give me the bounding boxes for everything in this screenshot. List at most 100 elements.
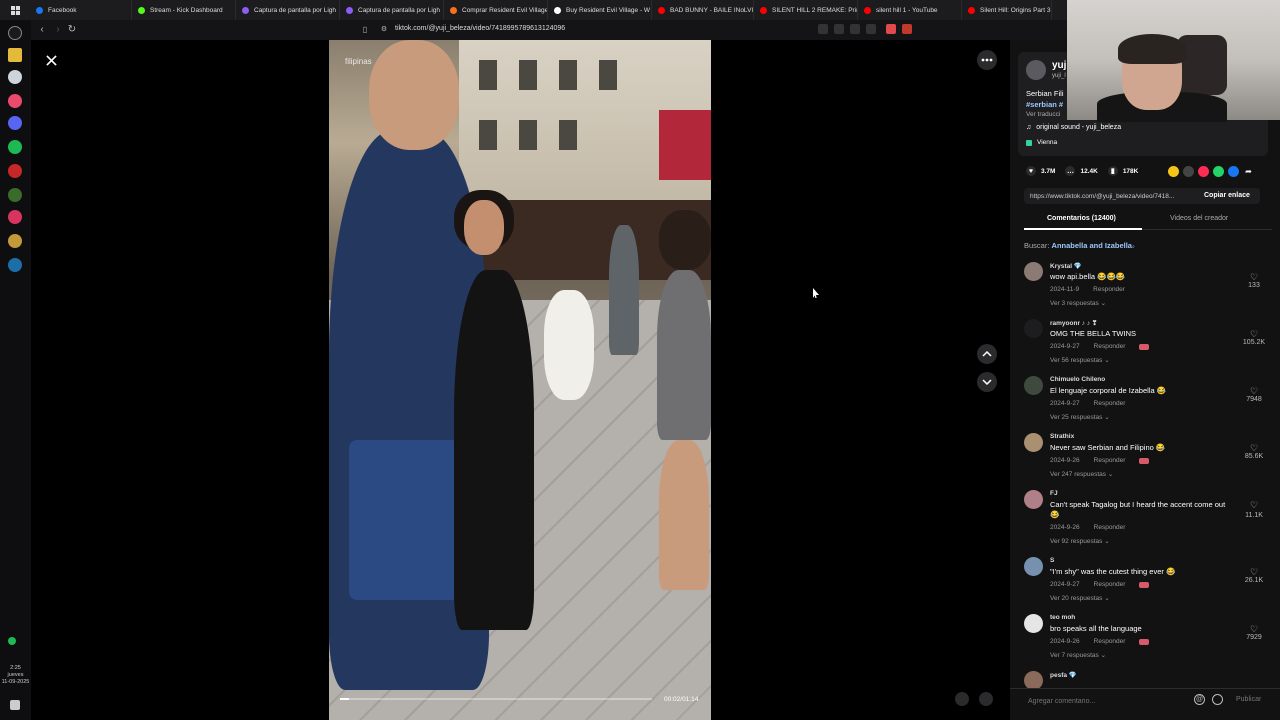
- windows-start-icon[interactable]: [0, 0, 30, 20]
- translate-icon[interactable]: [850, 24, 860, 34]
- bookmark-icon[interactable]: ▯: [359, 24, 371, 36]
- view-replies-button[interactable]: Ver 7 respuestas ⌄: [1050, 651, 1106, 659]
- reply-button[interactable]: Responder: [1094, 638, 1126, 645]
- comment-username[interactable]: pesfa 💎: [1050, 671, 1077, 679]
- site-info-icon[interactable]: ⚙: [378, 24, 390, 36]
- browser-tab[interactable]: Silent Hill: Origins Part 3 | Bo: [962, 0, 1052, 20]
- app-icon[interactable]: [8, 70, 22, 84]
- app-icon[interactable]: [8, 210, 22, 224]
- more-options-icon[interactable]: [977, 50, 997, 70]
- emoji-icon[interactable]: [1212, 694, 1223, 705]
- browser-tab[interactable]: Comprar Resident Evil Village: [444, 0, 548, 20]
- next-video-icon[interactable]: [977, 372, 997, 392]
- notification-icon[interactable]: [10, 700, 20, 710]
- spotify-icon[interactable]: [8, 140, 22, 154]
- search-suggestion[interactable]: Buscar: Annabella and Izabella⌕: [1024, 241, 1135, 250]
- avatar[interactable]: [1024, 557, 1043, 576]
- facebook-icon[interactable]: [1228, 166, 1239, 177]
- file-explorer-icon[interactable]: [8, 48, 22, 62]
- comment-username[interactable]: Krystal 💎: [1050, 262, 1082, 270]
- comment-username[interactable]: Strathix: [1050, 433, 1074, 440]
- app-icon[interactable]: [8, 164, 22, 178]
- search-query[interactable]: Annabella and Izabella: [1052, 241, 1132, 250]
- like-button[interactable]: ♥ 3.7M: [1026, 166, 1055, 176]
- spotify-tray-icon[interactable]: [8, 637, 16, 645]
- discord-icon[interactable]: [8, 116, 22, 130]
- browser-tab[interactable]: Facebook: [30, 0, 132, 20]
- reply-button[interactable]: Responder: [1094, 343, 1126, 350]
- tab-comments[interactable]: Comentarios (12400): [1047, 215, 1116, 222]
- location-link[interactable]: Vienna: [1026, 139, 1057, 146]
- browser-tab[interactable]: Captura de pantalla por Ligh: [236, 0, 340, 20]
- video-link[interactable]: https://www.tiktok.com/@yuji_beleza/vide…: [1030, 193, 1174, 200]
- reload-icon[interactable]: ↻: [66, 24, 78, 36]
- search-icon[interactable]: [8, 26, 22, 40]
- post-button[interactable]: Publicar: [1236, 696, 1261, 703]
- embed-icon[interactable]: [1183, 166, 1194, 177]
- whatsapp-icon[interactable]: [1213, 166, 1224, 177]
- view-replies-button[interactable]: Ver 3 respuestas ⌄: [1050, 299, 1106, 307]
- avatar[interactable]: [1024, 490, 1043, 509]
- app-icon[interactable]: [8, 234, 22, 248]
- reply-button[interactable]: Responder: [1094, 581, 1126, 588]
- browser-tab[interactable]: Buy Resident Evil Village - W: [548, 0, 652, 20]
- alert-icon[interactable]: [902, 24, 912, 34]
- view-replies-button[interactable]: Ver 25 respuestas ⌄: [1050, 413, 1110, 421]
- steam-icon[interactable]: [8, 258, 22, 272]
- extension-icon[interactable]: [834, 24, 844, 34]
- send-icon[interactable]: [1198, 166, 1209, 177]
- browser-tab[interactable]: Stream - Kick Dashboard: [132, 0, 236, 20]
- browser-tab[interactable]: Captura de pantalla por Ligh: [340, 0, 444, 20]
- video-player[interactable]: [329, 40, 711, 720]
- copy-link-button[interactable]: Copiar enlace: [1204, 192, 1250, 199]
- comment-username[interactable]: S: [1050, 557, 1054, 564]
- reply-button[interactable]: Responder: [1094, 524, 1126, 531]
- video-progress-bar[interactable]: [340, 698, 652, 700]
- back-icon[interactable]: ‹: [36, 24, 48, 36]
- close-icon[interactable]: [41, 50, 61, 70]
- view-replies-button[interactable]: Ver 56 respuestas ⌄: [1050, 356, 1110, 364]
- avatar[interactable]: [1024, 433, 1043, 452]
- reply-button[interactable]: Responder: [1094, 400, 1126, 407]
- comment-like-count: 7929: [1246, 634, 1262, 641]
- comment-input[interactable]: [1028, 696, 1188, 706]
- reply-button[interactable]: Responder: [1093, 286, 1125, 293]
- comment-username[interactable]: Chimuelo Chileno: [1050, 376, 1105, 383]
- forward-icon[interactable]: ›: [52, 24, 64, 36]
- browser-tab[interactable]: silent hill 1 - YouTube: [858, 0, 962, 20]
- url-text[interactable]: tiktok.com/@yuji_beleza/video/7418995789…: [395, 25, 565, 32]
- avatar[interactable]: [1024, 376, 1043, 395]
- save-button[interactable]: ▮ 178K: [1107, 166, 1138, 176]
- reply-button[interactable]: Responder: [1094, 457, 1126, 464]
- sound-link[interactable]: ♫ original sound - yuji_beleza: [1026, 124, 1121, 131]
- comment-username[interactable]: ramyoonr ♪ ♪ ❣: [1050, 319, 1097, 327]
- browser-icon[interactable]: [8, 94, 22, 108]
- shield-icon[interactable]: [886, 24, 896, 34]
- previous-video-icon[interactable]: [977, 344, 997, 364]
- extension-icon[interactable]: [818, 24, 828, 34]
- view-replies-button[interactable]: Ver 20 respuestas ⌄: [1050, 594, 1110, 602]
- hashtag-link[interactable]: #serbian #: [1026, 100, 1063, 109]
- share-icon[interactable]: [866, 24, 876, 34]
- app-icon[interactable]: [8, 188, 22, 202]
- view-replies-button[interactable]: Ver 247 respuestas ⌄: [1050, 470, 1113, 478]
- share-arrow-icon[interactable]: ➦: [1243, 166, 1254, 177]
- avatar[interactable]: [1026, 60, 1046, 80]
- volume-icon[interactable]: [979, 692, 993, 706]
- see-translation-link[interactable]: Ver traducci: [1026, 111, 1060, 118]
- heart-icon[interactable]: ♡: [1249, 500, 1259, 511]
- comment-username[interactable]: FJ: [1050, 490, 1058, 497]
- avatar[interactable]: [1024, 614, 1043, 633]
- mention-icon[interactable]: @: [1194, 694, 1205, 705]
- comment-username[interactable]: teo moh: [1050, 614, 1075, 621]
- comment-button[interactable]: … 12.4K: [1065, 166, 1098, 176]
- avatar[interactable]: [1024, 319, 1043, 338]
- browser-tab[interactable]: BAD BUNNY - BAILE INoLVID: [652, 0, 754, 20]
- video-caption: filipinas: [345, 57, 372, 66]
- picture-in-picture-icon[interactable]: [955, 692, 969, 706]
- avatar[interactable]: [1024, 262, 1043, 281]
- browser-tab[interactable]: SILENT HILL 2 REMAKE: Prime: [754, 0, 858, 20]
- view-replies-button[interactable]: Ver 92 respuestas ⌄: [1050, 537, 1110, 545]
- coin-icon[interactable]: [1168, 166, 1179, 177]
- tab-creator-videos[interactable]: Videos del creador: [1170, 215, 1228, 222]
